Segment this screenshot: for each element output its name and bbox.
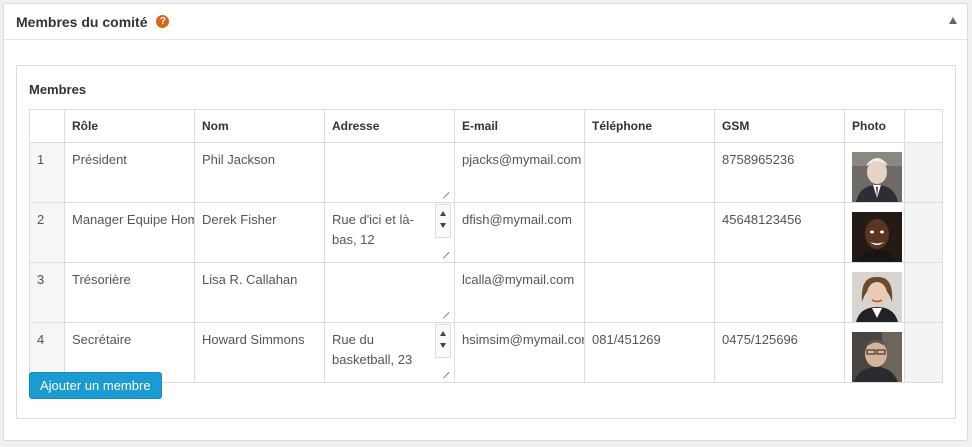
cell-telephone[interactable] (584, 142, 715, 203)
cell-role[interactable]: Président (64, 142, 195, 203)
col-header-gsm[interactable]: GSM (714, 109, 845, 143)
address-text: Rue du basketball, 23 (332, 332, 413, 367)
cell-photo[interactable] (844, 142, 905, 203)
person-photo-icon (852, 272, 902, 322)
cell-telephone[interactable] (584, 202, 715, 263)
add-member-button[interactable]: Ajouter un membre (29, 372, 162, 399)
resize-handle-icon[interactable] (440, 245, 450, 255)
col-header-email[interactable]: E-mail (454, 109, 585, 143)
cell-photo[interactable] (844, 262, 905, 323)
cell-photo[interactable] (844, 322, 905, 383)
arrow-up-icon[interactable] (440, 211, 446, 216)
rownum-header (29, 109, 65, 143)
cell-telephone[interactable] (584, 262, 715, 323)
collapse-icon[interactable] (949, 17, 957, 24)
extra-header (904, 109, 943, 143)
cell-extra (904, 202, 943, 263)
cell-nom[interactable]: Lisa R. Callahan (194, 262, 325, 323)
col-header-photo[interactable]: Photo (844, 109, 905, 143)
address-textarea[interactable]: Rue du basketball, 23 (332, 324, 451, 375)
col-header-role[interactable]: Rôle (64, 109, 195, 143)
cell-extra (904, 262, 943, 323)
col-header-nom[interactable]: Nom (194, 109, 325, 143)
cell-adresse[interactable]: Rue d'ici et là-bas, 12 (324, 202, 455, 263)
cell-extra (904, 322, 943, 383)
cell-extra (904, 142, 943, 203)
col-header-adresse[interactable]: Adresse (324, 109, 455, 143)
cell-gsm[interactable]: 45648123456 (714, 202, 845, 263)
address-textarea[interactable] (332, 150, 447, 193)
cell-nom[interactable]: Derek Fisher (194, 202, 325, 263)
resize-handle-icon[interactable] (440, 365, 450, 375)
cell-email[interactable]: dfish@mymail.com (454, 202, 585, 263)
person-photo-icon (852, 332, 902, 382)
resize-handle-icon[interactable] (440, 305, 450, 315)
arrow-down-icon[interactable] (440, 223, 446, 228)
row-number: 1 (29, 142, 65, 203)
scroll-spinner[interactable] (435, 324, 451, 358)
address-textarea[interactable]: Rue d'ici et là-bas, 12 (332, 204, 451, 255)
cell-telephone[interactable]: 081/451269 (584, 322, 715, 383)
cell-photo[interactable] (844, 202, 905, 263)
members-table: Rôle Nom Adresse E-mail Téléphone GSM Ph… (29, 109, 943, 383)
cell-role[interactable]: Trésorière (64, 262, 195, 323)
panel-title: Membres du comité (16, 13, 148, 30)
arrow-down-icon[interactable] (440, 343, 446, 348)
row-number: 2 (29, 202, 65, 263)
table-row: 1 Président Phil Jackson pjacks@mymail.c… (29, 142, 943, 203)
resize-handle-icon[interactable] (440, 185, 450, 195)
table-row: 2 Manager Equipe Hommes Derek Fisher Rue… (29, 202, 943, 263)
cell-email[interactable]: hsimsim@mymail.com (454, 322, 585, 383)
cell-email[interactable]: pjacks@mymail.com (454, 142, 585, 203)
cell-role[interactable]: Manager Equipe Hommes (64, 202, 195, 263)
table-row: 4 Secrétaire Howard Simmons Rue du baske… (29, 322, 943, 383)
cell-gsm[interactable]: 0475/125696 (714, 322, 845, 383)
panel-header: Membres du comité ? (4, 4, 967, 40)
cell-nom[interactable]: Howard Simmons (194, 322, 325, 383)
person-photo-icon (852, 212, 902, 262)
cell-gsm[interactable]: 8758965236 (714, 142, 845, 203)
table-header-row: Rôle Nom Adresse E-mail Téléphone GSM Ph… (29, 109, 943, 143)
members-section: Membres Rôle Nom Adresse E-mail Téléphon… (16, 65, 956, 419)
col-header-telephone[interactable]: Téléphone (584, 109, 715, 143)
row-number: 3 (29, 262, 65, 323)
cell-adresse[interactable] (324, 142, 455, 203)
cell-gsm[interactable] (714, 262, 845, 323)
scroll-spinner[interactable] (435, 204, 451, 238)
cell-email[interactable]: lcalla@mymail.com (454, 262, 585, 323)
address-text: Rue d'ici et là-bas, 12 (332, 212, 414, 247)
table-row: 3 Trésorière Lisa R. Callahan lcalla@mym… (29, 262, 943, 323)
address-textarea[interactable] (332, 270, 447, 313)
arrow-up-icon[interactable] (440, 331, 446, 336)
person-photo-icon (852, 152, 902, 202)
cell-adresse[interactable] (324, 262, 455, 323)
cell-nom[interactable]: Phil Jackson (194, 142, 325, 203)
help-icon[interactable]: ? (156, 15, 170, 28)
committee-panel: Membres du comité ? Membres Rôle Nom Adr… (3, 3, 968, 441)
cell-adresse[interactable]: Rue du basketball, 23 (324, 322, 455, 383)
section-title: Membres (29, 82, 87, 97)
